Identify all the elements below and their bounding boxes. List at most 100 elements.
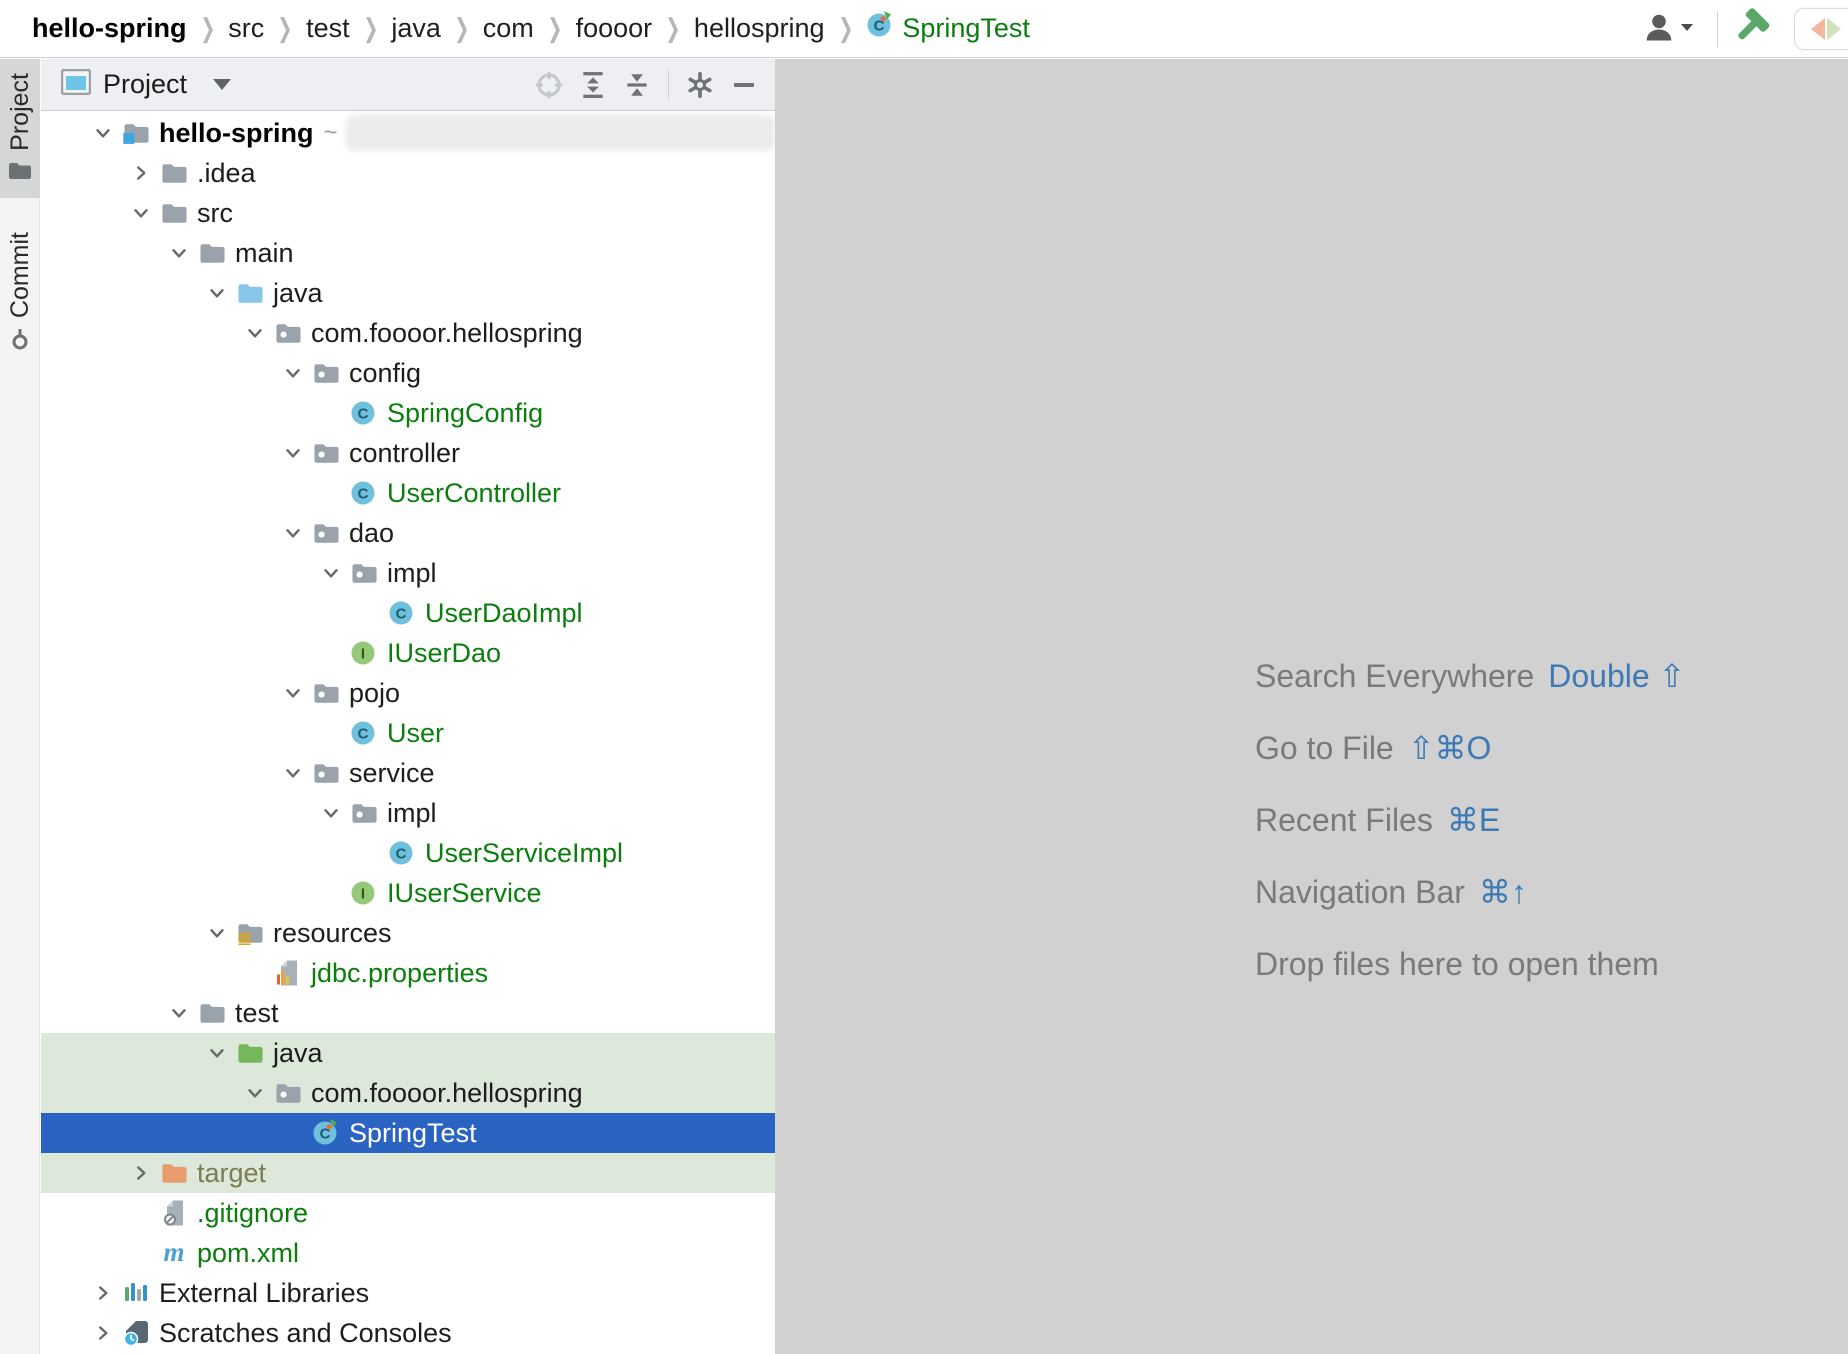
package-folder-icon — [309, 673, 343, 713]
tree-row-pojo[interactable]: pojo — [41, 673, 775, 713]
chevron-right-icon[interactable] — [87, 1313, 119, 1353]
tree-row-userserviceimpl[interactable]: CUserServiceImpl — [41, 833, 775, 873]
tree-row-iuserdao[interactable]: IIUserDao — [41, 633, 775, 673]
redacted-project-path — [346, 115, 775, 151]
breadcrumb-item-test[interactable]: test — [300, 13, 356, 44]
chevron-down-icon[interactable] — [213, 79, 231, 90]
tree-item-label: src — [197, 198, 233, 229]
test-class-icon: C — [309, 1113, 343, 1153]
breadcrumb-item-hellospring[interactable]: hellospring — [688, 13, 831, 44]
tree-row-target[interactable]: target — [41, 1153, 775, 1193]
chevron-down-icon[interactable] — [87, 113, 119, 153]
tree-item-label: com.foooor.hellospring — [311, 1078, 583, 1109]
tree-row-java[interactable]: java — [41, 273, 775, 313]
breadcrumb-item-src[interactable]: src — [222, 13, 270, 44]
chevron-down-icon[interactable] — [315, 793, 347, 833]
chevron-down-icon[interactable] — [277, 433, 309, 473]
svg-text:C: C — [396, 606, 407, 623]
chevron-down-icon[interactable] — [201, 913, 233, 953]
tree-row-userdaoimpl[interactable]: CUserDaoImpl — [41, 593, 775, 633]
tab-project[interactable]: Project — [0, 59, 40, 198]
tree-row-java[interactable]: java — [41, 1033, 775, 1073]
tree-row--idea[interactable]: .idea — [41, 153, 775, 193]
chevron-down-icon[interactable] — [239, 313, 271, 353]
tree-row-iuserservice[interactable]: IIUserService — [41, 873, 775, 913]
tree-row--gitignore[interactable]: .gitignore — [41, 1193, 775, 1233]
tree-row-hello-spring[interactable]: hello-spring ~ — [41, 113, 775, 153]
tree-row-springconfig[interactable]: CSpringConfig — [41, 393, 775, 433]
chevron-down-icon[interactable] — [201, 273, 233, 313]
tree-item-label: hello-spring — [159, 118, 314, 149]
chevron-down-icon[interactable] — [201, 1033, 233, 1073]
tree-row-jdbc-properties[interactable]: jdbc.properties — [41, 953, 775, 993]
chevron-spacer — [315, 393, 347, 433]
tree-row-impl[interactable]: impl — [41, 793, 775, 833]
tree-row-com-foooor-hellospring[interactable]: com.foooor.hellospring — [41, 313, 775, 353]
tree-item-label: java — [273, 278, 323, 309]
tree-item-label: External Libraries — [159, 1278, 369, 1309]
tree-row-scratches-and-consoles[interactable]: Scratches and Consoles — [41, 1313, 775, 1353]
commit-tab-label: Commit — [6, 232, 35, 318]
breadcrumb-item-com[interactable]: com — [477, 13, 540, 44]
chevron-down-icon[interactable] — [277, 513, 309, 553]
hint-navigation-bar: Navigation Bar ⌘↑ — [1255, 856, 1685, 928]
window-layout-button[interactable] — [1794, 8, 1848, 50]
topbar-actions — [1643, 0, 1848, 58]
tree-row-impl[interactable]: impl — [41, 553, 775, 593]
tree-row-usercontroller[interactable]: CUserController — [41, 473, 775, 513]
breadcrumb-separator: ❯ — [665, 13, 680, 44]
breadcrumb-item-springtest[interactable]: CSpringTest — [860, 11, 1036, 46]
toolbar-divider — [1717, 11, 1718, 47]
build-hammer-icon — [1734, 33, 1772, 50]
tree-row-main[interactable]: main — [41, 233, 775, 273]
breadcrumb-item-java[interactable]: java — [385, 13, 447, 44]
chevron-down-icon[interactable] — [277, 753, 309, 793]
tree-item-label: target — [197, 1158, 266, 1189]
tree-row-springtest[interactable]: CSpringTest — [41, 1113, 775, 1153]
chevron-down-icon[interactable] — [125, 193, 157, 233]
tree-row-test[interactable]: test — [41, 993, 775, 1033]
project-path-tilde: ~ — [324, 119, 338, 147]
chevron-right-icon[interactable] — [87, 1273, 119, 1313]
tree-row-resources[interactable]: resources — [41, 913, 775, 953]
collapse-all-icon[interactable] — [620, 68, 654, 102]
tree-item-label: resources — [273, 918, 392, 949]
chevron-down-icon[interactable] — [277, 353, 309, 393]
user-account-button[interactable] — [1643, 12, 1695, 47]
chevron-down-icon[interactable] — [163, 233, 195, 273]
tree-row-com-foooor-hellospring[interactable]: com.foooor.hellospring — [41, 1073, 775, 1113]
package-folder-icon — [271, 313, 305, 353]
breadcrumb-item-hello-spring[interactable]: hello-spring — [26, 13, 193, 44]
chevron-spacer — [315, 473, 347, 513]
chevron-down-icon[interactable] — [277, 673, 309, 713]
tree-row-service[interactable]: service — [41, 753, 775, 793]
chevron-spacer — [353, 833, 385, 873]
chevron-down-icon[interactable] — [315, 553, 347, 593]
settings-gear-icon[interactable] — [683, 68, 717, 102]
green-right-triangle-icon — [1827, 18, 1841, 40]
chevron-down-icon[interactable] — [163, 993, 195, 1033]
breadcrumb-label: java — [391, 13, 441, 43]
hide-icon[interactable] — [727, 68, 761, 102]
tab-commit[interactable]: Commit — [0, 218, 40, 371]
svg-text:I: I — [361, 886, 365, 903]
chevron-right-icon[interactable] — [125, 153, 157, 193]
build-project-button[interactable] — [1734, 8, 1772, 51]
tree-row-config[interactable]: config — [41, 353, 775, 393]
expand-all-icon[interactable] — [576, 68, 610, 102]
chevron-down-icon[interactable] — [239, 1073, 271, 1113]
chevron-spacer — [315, 713, 347, 753]
tree-row-user[interactable]: CUser — [41, 713, 775, 753]
tree-row-external-libraries[interactable]: External Libraries — [41, 1273, 775, 1313]
locate-icon[interactable] — [532, 68, 566, 102]
chevron-right-icon[interactable] — [125, 1153, 157, 1193]
breadcrumb-item-foooor[interactable]: foooor — [570, 13, 659, 44]
project-panel-header: Project — [41, 59, 775, 111]
tree-row-controller[interactable]: controller — [41, 433, 775, 473]
breadcrumb-label: src — [228, 13, 264, 43]
tree-row-src[interactable]: src — [41, 193, 775, 233]
tree-row-dao[interactable]: dao — [41, 513, 775, 553]
panel-title: Project — [103, 69, 187, 100]
tree-row-pom-xml[interactable]: mpom.xml — [41, 1233, 775, 1273]
package-folder-icon — [309, 753, 343, 793]
